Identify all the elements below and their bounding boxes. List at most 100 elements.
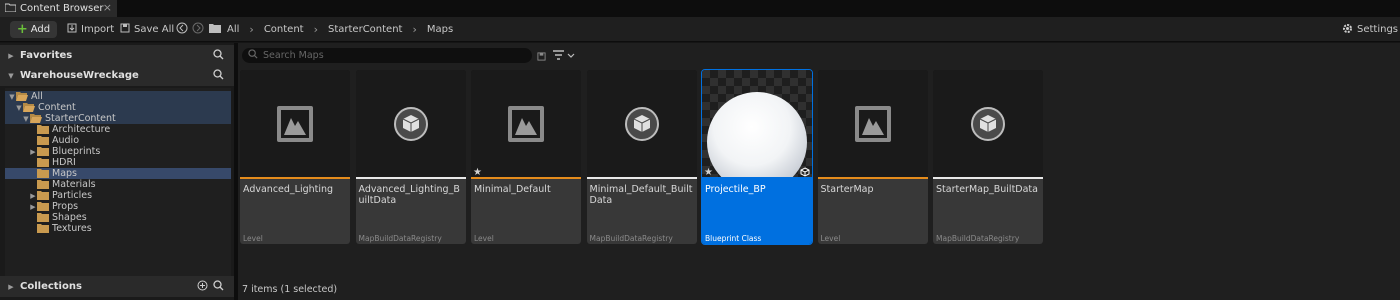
asset-tile[interactable]: StarterMap_BuiltData MapBuildDataRegistry (933, 70, 1043, 244)
search-icon[interactable] (213, 69, 224, 83)
tree-item-particles[interactable]: ▶ Particles (5, 190, 231, 201)
folder-icon (37, 202, 49, 211)
tree-item-blueprints[interactable]: ▶ Blueprints (5, 146, 231, 157)
add-button[interactable]: + Add (10, 21, 57, 38)
back-arrow-icon (176, 22, 188, 37)
asset-view: Advanced_Lighting Level Advanced_Lighting_… (238, 43, 1400, 300)
asset-tile[interactable]: ★ Minimal_Default Level (471, 70, 581, 244)
asset-type: MapBuildDataRegistry (358, 234, 442, 243)
project-header[interactable]: ▼ WarehouseWreckage (0, 65, 234, 86)
folder-open-icon (16, 92, 28, 101)
chevron-right-icon: ▶ (8, 51, 14, 60)
import-icon (67, 23, 77, 36)
breadcrumb: All › Content › StarterContent › Maps (209, 22, 453, 37)
asset-name: Advanced_Lighting_BuiltData (358, 184, 460, 206)
chevron-down-icon[interactable]: ▼ (22, 115, 30, 123)
asset-info: Advanced_Lighting_BuiltData MapBuildDataR… (355, 179, 466, 244)
chevron-right-icon: › (313, 23, 318, 36)
asset-tile[interactable]: Minimal_Default_BuiltData MapBuildDataReg… (586, 70, 697, 244)
chevron-right-icon: ▶ (8, 282, 14, 291)
folder-icon (209, 23, 221, 36)
history-back-button[interactable] (176, 22, 188, 37)
tree-item-architecture[interactable]: Architecture (5, 124, 231, 135)
asset-name: Minimal_Default_BuiltData (589, 184, 693, 206)
close-icon[interactable]: × (103, 1, 112, 14)
folder-icon (37, 191, 49, 200)
save-all-label: Save All (134, 24, 175, 35)
chevron-right-icon: › (412, 23, 417, 36)
tree-item-shapes[interactable]: Shapes (5, 212, 231, 223)
chevron-down-icon: ▼ (8, 71, 14, 80)
import-button[interactable]: Import (67, 22, 114, 37)
folder-icon (37, 158, 49, 167)
import-label: Import (81, 24, 115, 35)
breadcrumb-item[interactable]: StarterContent (328, 24, 402, 35)
asset-name: StarterMap_BuiltData (936, 184, 1038, 195)
tab-title: Content Browser (20, 3, 104, 14)
tree-item-label: Blueprints (52, 146, 101, 157)
chevron-right-icon[interactable]: ▶ (29, 148, 37, 156)
content-browser-icon (4, 2, 17, 15)
tree-item-label: HDRI (52, 157, 76, 168)
tree-item-all[interactable]: ▼ All (5, 91, 231, 102)
filter-icon[interactable] (553, 50, 575, 64)
tree-item-hdri[interactable]: HDRI (5, 157, 231, 168)
asset-tile[interactable]: StarterMap Level (817, 70, 928, 244)
search-input[interactable] (263, 50, 513, 61)
tree-item-label: Content (38, 102, 76, 113)
map-icon (277, 106, 313, 142)
data-registry-icon (624, 107, 659, 141)
search-icon[interactable] (213, 49, 224, 63)
project-label: WarehouseWreckage (20, 70, 139, 81)
chevron-down-icon[interactable]: ▼ (8, 93, 16, 101)
chevron-down-icon[interactable]: ▼ (15, 104, 23, 112)
asset-thumbnail (702, 70, 812, 192)
asset-tile[interactable]: Advanced_Lighting Level (240, 70, 350, 244)
collections-header[interactable]: ▶ Collections (0, 276, 234, 297)
chevron-right-icon[interactable]: ▶ (29, 203, 37, 211)
breadcrumb-item[interactable]: Content (264, 24, 304, 35)
history-forward-button[interactable] (192, 22, 204, 37)
tree-item-materials[interactable]: Materials (5, 179, 231, 190)
tree-item-content[interactable]: ▼ Content (5, 102, 231, 113)
asset-tile[interactable]: Advanced_Lighting_BuiltData MapBuildDataR… (355, 70, 466, 244)
tree-item-props[interactable]: ▶ Props (5, 201, 231, 212)
status-text: 7 items (1 selected) (242, 284, 338, 295)
tree-item-startercontent[interactable]: ▼ StarterContent (5, 113, 231, 124)
settings-button[interactable]: Settings (1342, 22, 1398, 37)
add-collection-icon[interactable] (197, 280, 208, 294)
folder-icon (37, 224, 49, 233)
breadcrumb-item[interactable]: Maps (427, 24, 453, 35)
folder-icon (37, 136, 49, 145)
asset-thumbnail (933, 70, 1043, 178)
chevron-right-icon: › (249, 23, 254, 36)
tree-item-textures[interactable]: Textures (5, 223, 231, 234)
search-icon[interactable] (213, 280, 224, 294)
sources-panel: ▶ Favorites ▼ WarehouseWreckage ▼ All ▼ Con… (0, 43, 234, 300)
asset-thumbnail (471, 70, 581, 178)
chevron-right-icon[interactable]: ▶ (29, 192, 37, 200)
asset-thumbnail (240, 70, 350, 178)
search-input-container[interactable] (242, 48, 532, 63)
folder-icon (37, 125, 49, 134)
asset-thumbnail (817, 70, 928, 178)
breadcrumb-item[interactable]: All (227, 24, 239, 35)
asset-tile[interactable]: ★ Projectile_BP Blueprint Class (701, 69, 813, 245)
asset-info: StarterMap Level (817, 179, 928, 244)
tree-item-audio[interactable]: Audio (5, 135, 231, 146)
tree-item-label: Architecture (52, 124, 111, 135)
asset-type: Level (243, 234, 263, 243)
folder-icon (37, 213, 49, 222)
folder-tree: ▼ All ▼ Content ▼ StarterContent Architecture A… (5, 88, 231, 276)
settings-label: Settings (1357, 24, 1399, 35)
asset-type: Level (820, 234, 841, 243)
tree-item-maps[interactable]: Maps (5, 168, 231, 179)
save-search-icon[interactable] (537, 52, 546, 64)
favorites-label: Favorites (20, 50, 73, 61)
tab-bar: Content Browser × (0, 0, 1400, 17)
tab-content-browser[interactable]: Content Browser × (0, 0, 117, 17)
folder-icon (37, 147, 49, 156)
favorites-header[interactable]: ▶ Favorites (0, 45, 234, 66)
plus-icon: + (16, 22, 28, 37)
save-all-button[interactable]: Save All (120, 22, 174, 37)
